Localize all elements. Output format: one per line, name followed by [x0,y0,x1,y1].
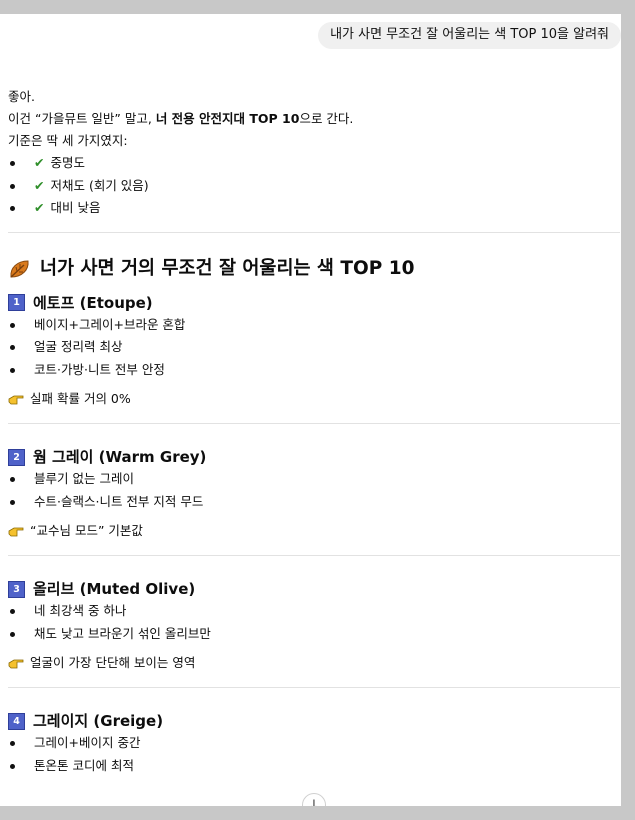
color-heading: 4 그레이지 (Greige) [8,710,620,732]
color-heading: 2 웜 그레이 (Warm Grey) [8,446,620,468]
list-item: 코트·가방·니트 전부 안정 [8,359,620,382]
list-item: 톤온톤 코디에 최적 [8,755,620,778]
number-badge: 4 [8,712,25,730]
list-item: 수트·슬랙스·니트 전부 지적 무드 [8,491,620,514]
divider [8,423,620,424]
check-icon: ✔ [34,155,45,170]
main-heading: 너가 사면 거의 무조건 잘 어울리는 색 TOP 10 [8,256,620,282]
scroll-to-bottom-button[interactable]: ↓ [302,793,326,806]
pointing-hand-icon [8,659,24,669]
color-heading: 1 에토프 (Etoupe) [8,292,620,314]
intro-line: 좋아. [8,89,35,104]
intro-line: 기준은 딱 세 가지였지: [8,133,128,148]
color-points: 네 최강색 중 하나 채도 낮고 브라운기 섞인 올리브만 [8,600,620,645]
list-item: 채도 낮고 브라운기 섞인 올리브만 [8,623,620,646]
pointing-hand-icon [8,395,24,405]
list-item: ✔ 저채도 (회기 있음) [8,175,620,198]
intro-line: 이건 “가을뮤트 일반” 말고, 너 전용 안전지대 TOP 10으로 간다. [8,111,354,126]
number-badge: 2 [8,448,25,466]
list-item: 베이지+그레이+브라운 혼합 [8,314,620,337]
color-note: “교수님 모드” 기본값 [8,521,620,541]
color-note: 실패 확률 거의 0% [8,389,620,409]
intro-bold-text: 너 전용 안전지대 TOP 10 [155,111,300,126]
fallen-leaf-icon [10,259,29,278]
user-message-bubble: 내가 사면 무조건 잘 어울리는 색 TOP 10을 알려줘 [318,22,621,49]
divider [8,231,620,233]
divider [8,687,620,688]
list-item: 얼굴 정리력 최상 [8,336,620,359]
color-heading: 3 올리브 (Muted Olive) [8,578,620,600]
check-icon: ✔ [34,200,45,215]
color-points: 베이지+그레이+브라운 혼합 얼굴 정리력 최상 코트·가방·니트 전부 안정 [8,314,620,382]
arrow-down-icon: ↓ [308,797,320,807]
list-item: ✔ 중명도 [8,152,620,175]
list-item: 네 최강색 중 하나 [8,600,620,623]
color-points: 그레이+베이지 중간 톤온톤 코디에 최적 [8,732,620,777]
list-item: 그레이+베이지 중간 [8,732,620,755]
color-points: 블루기 없는 그레이 수트·슬랙스·니트 전부 지적 무드 [8,468,620,513]
pointing-hand-icon [8,527,24,537]
divider [8,555,620,556]
list-item: ✔ 대비 낮음 [8,197,620,220]
check-icon: ✔ [34,177,45,193]
assistant-response: 좋아. 이건 “가을뮤트 일반” 말고, 너 전용 안전지대 TOP 10으로 … [8,86,620,777]
color-note: 얼굴이 가장 단단해 보이는 영역 [8,653,620,673]
number-badge: 3 [8,580,25,598]
criteria-list: ✔ 중명도 ✔ 저채도 (회기 있음) ✔ 대비 낮음 [8,152,620,220]
chat-panel: 내가 사면 무조건 잘 어울리는 색 TOP 10을 알려줘 좋아. 이건 “가… [0,14,621,806]
number-badge: 1 [8,294,25,311]
list-item: 블루기 없는 그레이 [8,468,620,491]
